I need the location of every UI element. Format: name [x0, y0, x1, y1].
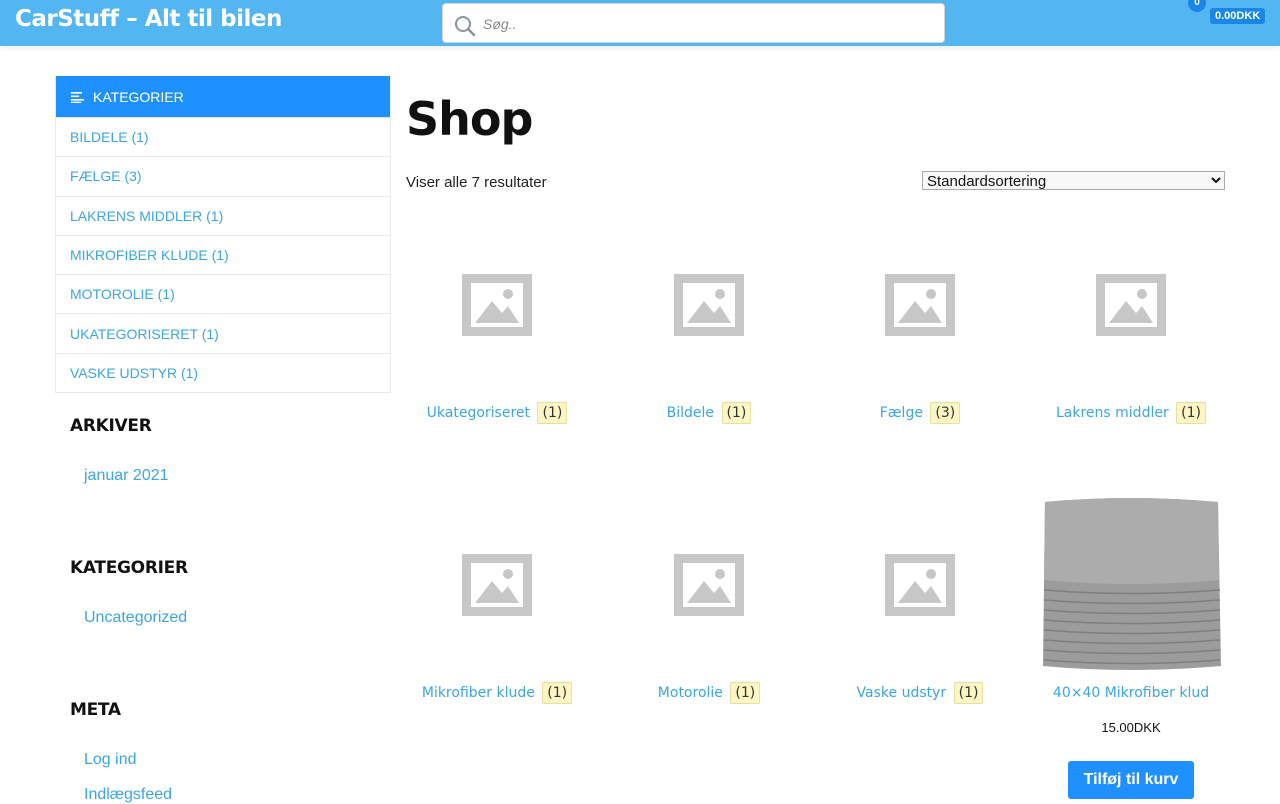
result-count: Viser alle 7 resultater	[406, 174, 547, 191]
category-panel: KATEGORIER BILDELE (1) FÆLGE (3) LAKRENS…	[55, 76, 391, 394]
product-title[interactable]: Fælge (3)	[880, 402, 961, 424]
product-card[interactable]: 40×40 Mikrofiber klud 15.00DKK Tilføj ti…	[1031, 494, 1231, 799]
archive-link[interactable]: januar 2021	[84, 467, 169, 485]
product-count-badge: (1)	[953, 682, 984, 704]
add-to-cart-button[interactable]: Tilføj til kurv	[1067, 761, 1195, 799]
sort-select[interactable]: Standardsortering	[922, 171, 1225, 190]
product-name[interactable]: Vaske udstyr	[857, 685, 947, 701]
product-title[interactable]: Vaske udstyr (1)	[857, 682, 984, 704]
image-placeholder-icon	[674, 553, 744, 616]
search-input[interactable]	[483, 12, 923, 36]
category-item-bildele[interactable]: BILDELE (1)	[56, 117, 390, 156]
image-placeholder-icon	[1096, 273, 1166, 336]
mini-cart[interactable]: 0 0.00DKK	[1186, 0, 1266, 30]
placeholder-image[interactable]	[406, 214, 588, 395]
placeholder-image[interactable]	[829, 494, 1011, 675]
placeholder-image[interactable]	[1040, 214, 1222, 395]
product-title[interactable]: Ukategoriseret (1)	[427, 402, 568, 424]
product-count-badge: (1)	[721, 402, 752, 424]
category-panel-title: KATEGORIER	[93, 88, 184, 105]
product-name[interactable]: Fælge	[880, 405, 923, 421]
category-item-lakrens-middler[interactable]: LAKRENS MIDDLER (1)	[56, 195, 390, 235]
category-item-faelge[interactable]: FÆLGE (3)	[56, 156, 390, 195]
category-item-vaske-udstyr[interactable]: VASKE UDSTYR (1)	[56, 352, 390, 392]
product-name[interactable]: Mikrofiber klude	[422, 685, 535, 701]
category-item-motorolie[interactable]: MOTOROLIE (1)	[56, 274, 390, 313]
product-card[interactable]: Ukategoriseret (1)	[397, 214, 597, 424]
price-currency: DKK	[1133, 720, 1161, 735]
site-title[interactable]: CarStuff – Alt til bilen	[15, 6, 282, 32]
archives-widget-title: ARKIVER	[70, 416, 152, 436]
search-icon	[455, 16, 476, 37]
product-price: 15.00DKK	[1031, 720, 1231, 735]
product-card[interactable]: Bildele (1)	[609, 214, 809, 424]
category-item-ukategoriseret[interactable]: UKATEGORISERET (1)	[56, 313, 390, 352]
product-card[interactable]: Mikrofiber klude (1)	[397, 494, 597, 704]
product-title[interactable]: Bildele (1)	[667, 402, 752, 424]
category-item-mikrofiber-klude[interactable]: MIKROFIBER KLUDE (1)	[56, 234, 390, 274]
product-title[interactable]: 40×40 Mikrofiber klud	[1053, 685, 1209, 701]
category-link[interactable]: Uncategorized	[84, 609, 187, 627]
search-box[interactable]	[442, 3, 945, 43]
product-title[interactable]: Mikrofiber klude (1)	[422, 682, 573, 704]
cart-total[interactable]: 0.00DKK	[1210, 8, 1266, 24]
product-count-badge: (1)	[537, 402, 568, 424]
product-count-badge: (3)	[930, 402, 961, 424]
image-placeholder-icon	[674, 273, 744, 336]
image-placeholder-icon	[462, 553, 532, 616]
category-panel-header[interactable]: KATEGORIER	[56, 76, 390, 117]
product-card[interactable]: Vaske udstyr (1)	[820, 494, 1020, 704]
login-link[interactable]: Log ind	[84, 751, 137, 769]
product-name[interactable]: Bildele	[667, 405, 714, 421]
product-count-badge: (1)	[542, 682, 573, 704]
microfiber-cloth-image	[1040, 494, 1222, 675]
cart-count-badge: 0	[1188, 0, 1206, 12]
placeholder-image[interactable]	[618, 214, 800, 395]
placeholder-image[interactable]	[618, 494, 800, 675]
entries-feed-link[interactable]: Indlægsfeed	[84, 786, 172, 804]
product-count-badge: (1)	[1176, 402, 1207, 424]
image-placeholder-icon	[462, 273, 532, 336]
image-placeholder-icon	[885, 553, 955, 616]
product-card[interactable]: Lakrens middler (1)	[1031, 214, 1231, 424]
page-title: Shop	[406, 92, 533, 146]
placeholder-image[interactable]	[406, 494, 588, 675]
product-title[interactable]: Lakrens middler (1)	[1056, 402, 1207, 424]
product-name[interactable]: Motorolie	[658, 685, 723, 701]
product-card[interactable]: Fælge (3)	[820, 214, 1020, 424]
product-title[interactable]: Motorolie (1)	[658, 682, 761, 704]
product-count-badge: (1)	[730, 682, 761, 704]
site-header: CarStuff – Alt til bilen 0 0.00DKK	[0, 0, 1280, 46]
categories-widget-title: KATEGORIER	[70, 558, 188, 578]
product-name[interactable]: Lakrens middler	[1056, 405, 1169, 421]
meta-widget-title: META	[70, 700, 121, 720]
price-amount: 15.00	[1101, 720, 1134, 735]
product-card[interactable]: Motorolie (1)	[609, 494, 809, 704]
image-placeholder-icon	[885, 273, 955, 336]
product-image[interactable]	[1040, 494, 1222, 675]
product-name[interactable]: Ukategoriseret	[427, 405, 530, 421]
placeholder-image[interactable]	[829, 214, 1011, 395]
menu-icon	[71, 91, 84, 103]
